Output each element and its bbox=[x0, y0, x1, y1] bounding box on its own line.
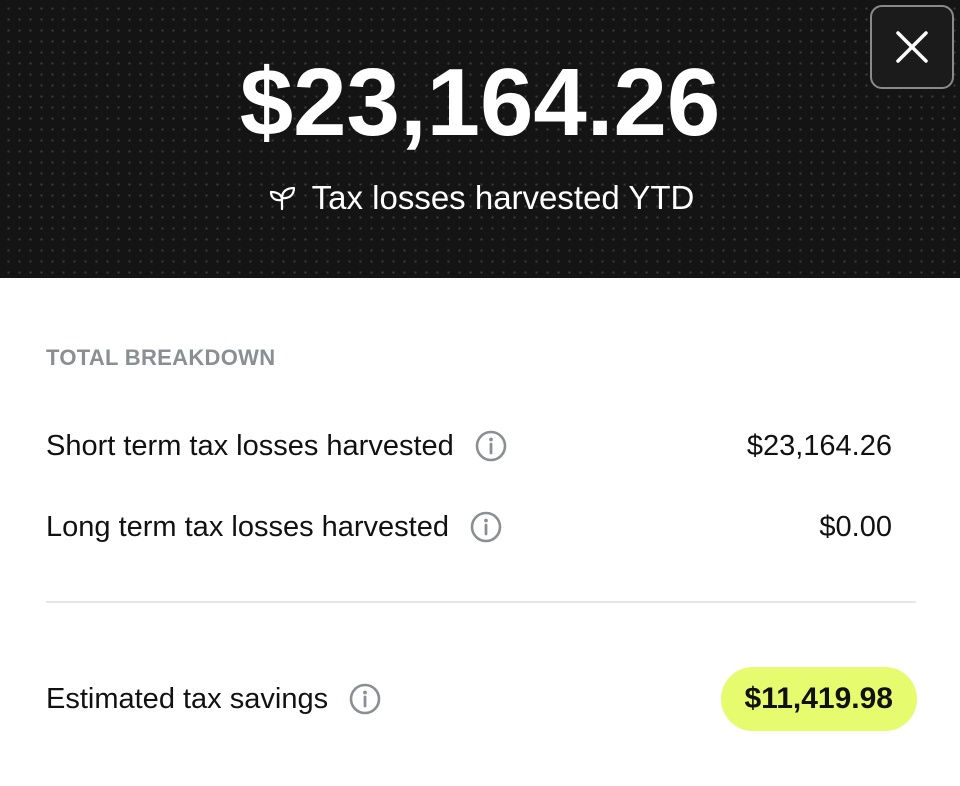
row-value: $23,164.26 bbox=[746, 430, 892, 462]
breakdown-row-short-term: Short term tax losses harvested $23,164.… bbox=[46, 422, 892, 470]
info-icon[interactable] bbox=[474, 429, 508, 463]
harvested-total-amount: $23,164.26 bbox=[239, 49, 721, 156]
section-title: TOTAL BREAKDOWN bbox=[46, 345, 276, 370]
hero-header: $23,164.26 Tax losses harvested YTD bbox=[0, 0, 960, 278]
hero-caption-text: Tax losses harvested YTD bbox=[311, 179, 695, 216]
info-icon[interactable] bbox=[469, 510, 503, 544]
savings-label: Estimated tax savings bbox=[46, 683, 329, 715]
row-label: Long term tax losses harvested bbox=[46, 511, 449, 543]
row-value: $0.00 bbox=[819, 511, 892, 543]
tax-loss-modal: $23,164.26 Tax losses harvested YTD TOTA… bbox=[0, 0, 960, 786]
savings-badge: $11,419.98 bbox=[720, 667, 917, 731]
divider bbox=[46, 601, 916, 603]
breakdown-row-long-term: Long term tax losses harvested $0.00 bbox=[46, 503, 892, 551]
hero-caption: Tax losses harvested YTD bbox=[0, 176, 960, 220]
row-label: Short term tax losses harvested bbox=[46, 430, 454, 462]
estimated-savings-row: Estimated tax savings $11,419.98 bbox=[46, 667, 917, 731]
info-icon[interactable] bbox=[348, 682, 382, 716]
sprout-icon bbox=[266, 182, 298, 214]
